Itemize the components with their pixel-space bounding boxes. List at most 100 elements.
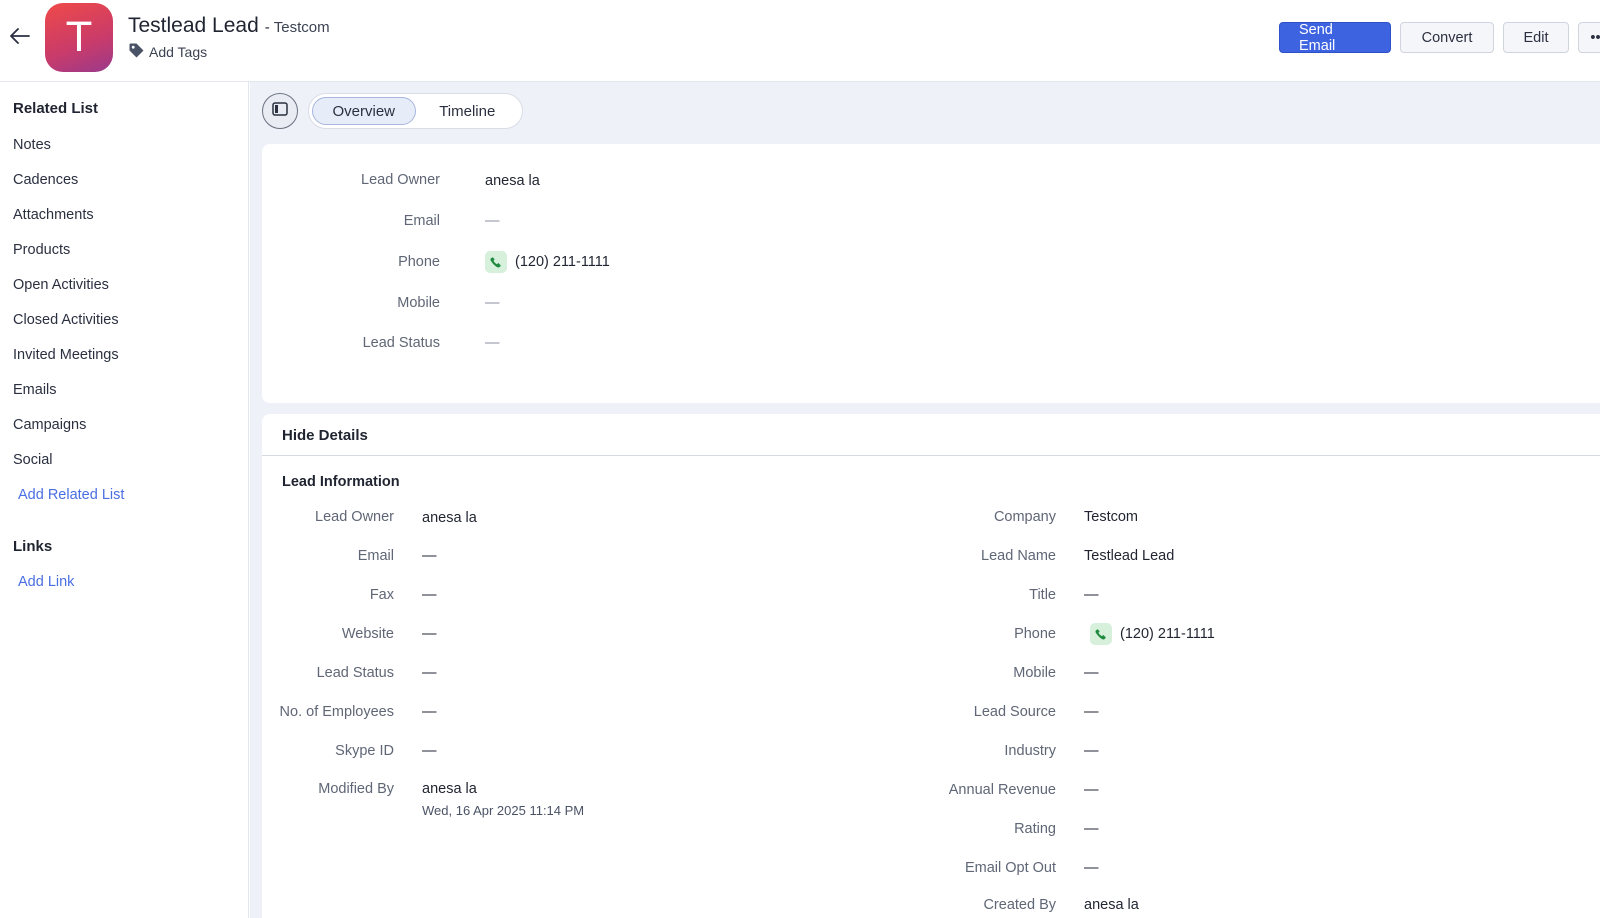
field-label: Title <box>1029 587 1056 603</box>
field-label: Skype ID <box>335 743 394 759</box>
field-value: — <box>485 335 500 351</box>
field-value: — <box>422 548 437 564</box>
add-tags[interactable]: Add Tags <box>128 42 207 62</box>
tag-icon <box>128 42 145 62</box>
overview-card: Lead Owner anesa la Email — Phone (120) … <box>262 144 1600 403</box>
more-actions-button[interactable]: ••• <box>1578 22 1600 53</box>
tab-timeline[interactable]: Timeline <box>416 97 519 125</box>
send-email-button[interactable]: Send Email <box>1279 22 1391 54</box>
field-value: Testlead Lead <box>1084 548 1174 564</box>
field-value: anesa la <box>1084 897 1139 913</box>
created-by-value: anesa la <box>1084 897 1139 913</box>
related-list-sidebar: Related List Notes Cadences Attachments … <box>0 82 249 918</box>
sidebar-item-invited-meetings[interactable]: Invited Meetings <box>13 347 119 363</box>
field-label: Mobile <box>1013 665 1056 681</box>
fax-value: — <box>422 587 437 603</box>
lead-name-value: Testlead Lead <box>1084 548 1175 564</box>
field-value: — <box>485 213 500 229</box>
edit-button[interactable]: Edit <box>1503 22 1569 53</box>
record-title: Testlead Lead - Testcom <box>128 14 330 38</box>
sidebar-item-notes[interactable]: Notes <box>13 137 51 153</box>
sidebar-item-cadences[interactable]: Cadences <box>13 172 78 188</box>
field-label: Lead Owner <box>315 509 394 525</box>
sidebar-item-social[interactable]: Social <box>13 452 53 468</box>
field-value[interactable]: anesa la <box>485 173 540 189</box>
field-label: Created By <box>983 897 1056 913</box>
field-label: Mobile <box>397 295 440 311</box>
add-tags-label: Add Tags <box>149 44 208 60</box>
sidebar-item-emails[interactable]: Emails <box>13 382 57 398</box>
email-value: — <box>485 213 500 229</box>
field-value: — <box>422 665 437 681</box>
field-value: — <box>422 626 437 642</box>
field-value: — <box>1084 704 1099 720</box>
field-label: Phone <box>1014 626 1056 642</box>
field-value: anesa la <box>422 781 477 797</box>
field-label: Email Opt Out <box>964 860 1056 876</box>
field-label: Lead Status <box>362 335 440 351</box>
title-value: — <box>1084 587 1099 603</box>
details-header: Hide Details <box>262 414 1600 456</box>
phone-value[interactable]: (120) 211-1111 <box>1120 626 1215 642</box>
convert-button[interactable]: Convert <box>1400 22 1494 53</box>
website-value: — <box>422 626 437 642</box>
back-arrow-icon[interactable] <box>8 24 32 48</box>
modified-by-value: anesa la <box>422 781 477 797</box>
sidebar-item-open-activities[interactable]: Open Activities <box>13 277 109 293</box>
sidebar-item-attachments[interactable]: Attachments <box>13 207 94 223</box>
field-value: — <box>422 587 437 603</box>
field-label: Website <box>341 626 394 642</box>
field-label: Industry <box>1004 743 1056 759</box>
avatar: T <box>45 3 113 72</box>
field-value: Testcom <box>1084 509 1138 525</box>
add-link[interactable]: Add Link <box>18 574 74 590</box>
field-value: — <box>485 295 500 311</box>
sidebar-item-products[interactable]: Products <box>13 242 70 258</box>
phone-field[interactable]: (120) 211-1111 <box>1084 623 1215 645</box>
field-label: Email <box>403 213 440 229</box>
field-label: Fax <box>369 587 394 603</box>
view-tabs: Overview Timeline <box>308 93 523 129</box>
field-label: Lead Name <box>981 548 1056 564</box>
phone-field[interactable]: (120) 211-1111 <box>485 251 610 273</box>
phone-icon[interactable] <box>1090 623 1112 645</box>
main-content: Overview Timeline Lead Owner anesa la Em… <box>250 82 1600 918</box>
lead-status-value: — <box>485 335 500 351</box>
company-name: Testcom <box>273 19 330 36</box>
email-value: — <box>422 548 437 564</box>
details-card: Hide Details Lead Information Lead Owner… <box>262 414 1600 918</box>
annual-revenue-value: — <box>1084 782 1099 798</box>
field-value: — <box>1084 665 1099 681</box>
field-label: Lead Status <box>316 665 394 681</box>
field-value: — <box>422 743 437 759</box>
section-title: Lead Information <box>282 474 400 490</box>
field-label: Lead Owner <box>361 172 440 188</box>
mobile-value: — <box>1084 665 1099 681</box>
field-label: No. of Employees <box>279 704 394 720</box>
field-label: Annual Revenue <box>948 782 1056 798</box>
sidebar-item-closed-activities[interactable]: Closed Activities <box>13 312 119 328</box>
header-actions: Send Email Convert Edit ••• <box>1279 22 1600 54</box>
rating-value: — <box>1084 821 1099 837</box>
hide-details-toggle[interactable]: Hide Details <box>282 427 368 444</box>
industry-value: — <box>1084 743 1099 759</box>
phone-icon[interactable] <box>485 251 507 273</box>
field-label: Email <box>357 548 394 564</box>
toggle-sidebar-button[interactable] <box>262 93 298 129</box>
phone-value[interactable]: (120) 211-1111 <box>515 254 610 270</box>
lead-owner-value[interactable]: anesa la <box>422 510 477 526</box>
lead-source-value: — <box>1084 704 1099 720</box>
company-value: Testcom <box>1084 509 1138 525</box>
field-value: — <box>1084 743 1099 759</box>
sidebar-item-campaigns[interactable]: Campaigns <box>13 417 86 433</box>
field-value[interactable]: anesa la <box>422 510 477 526</box>
field-label: Phone <box>398 254 440 270</box>
tab-overview[interactable]: Overview <box>312 97 416 125</box>
field-label: Rating <box>1014 821 1056 837</box>
lead-owner-value[interactable]: anesa la <box>485 173 540 189</box>
avatar-letter: T <box>66 14 92 61</box>
add-related-list-link[interactable]: Add Related List <box>18 487 124 503</box>
lead-status-value: — <box>422 665 437 681</box>
title-separator: - <box>264 19 270 36</box>
related-list-heading: Related List <box>13 100 99 117</box>
